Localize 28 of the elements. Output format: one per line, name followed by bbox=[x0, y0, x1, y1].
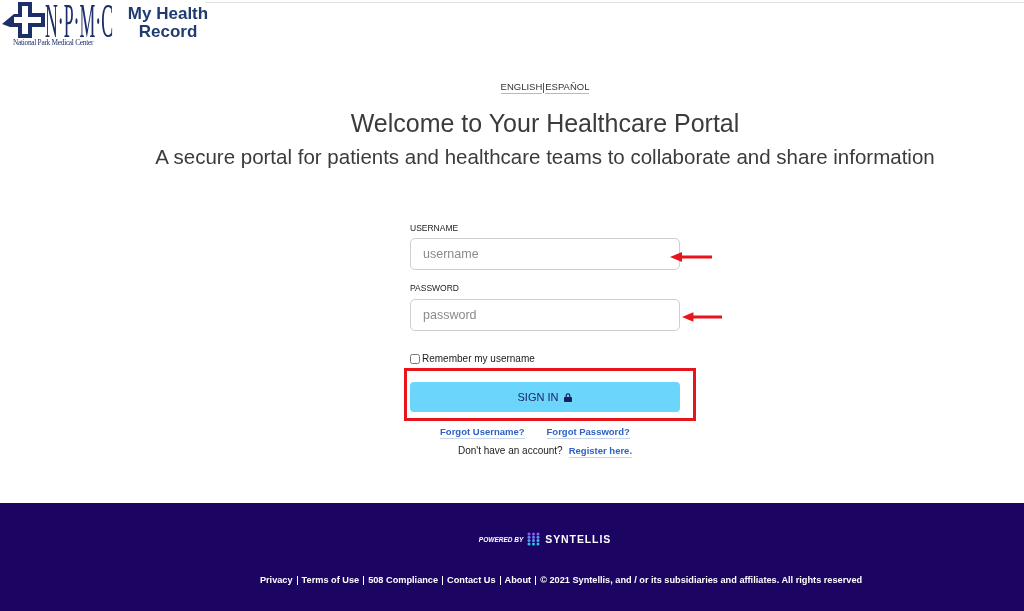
text-field[interactable]: username bbox=[410, 238, 680, 270]
lock-icon bbox=[564, 392, 573, 402]
remember-label: Remember my username bbox=[422, 352, 535, 366]
footer-link[interactable]: 508 Compliance bbox=[368, 575, 439, 585]
language-link[interactable]: ENGLISH bbox=[500, 81, 543, 94]
page-subtitle: A secure portal for patients and healthcare teams to collaborate and share information bbox=[155, 144, 935, 170]
copyright-text: © 2021 Syntellis, and / or its subsidiaries and affiliates. All rights reserved bbox=[540, 575, 863, 585]
brand-name: SYNTELLIS bbox=[545, 533, 612, 545]
field-label: PASSWORD bbox=[410, 282, 460, 294]
arrow-icon bbox=[682, 312, 722, 322]
arrow-icon bbox=[670, 252, 712, 262]
app-title: My Health Record bbox=[126, 5, 210, 41]
page-title: Welcome to Your Healthcare Portal bbox=[350, 108, 740, 138]
sign-in-button[interactable]: SIGN IN bbox=[410, 382, 680, 412]
language-link[interactable]: ESPAÑOL bbox=[545, 81, 590, 94]
remember-checkbox[interactable] bbox=[410, 354, 420, 364]
dot-grid-icon bbox=[527, 532, 541, 546]
field-label: USERNAME bbox=[410, 222, 460, 234]
forgot-link[interactable]: Forgot Password? bbox=[546, 425, 630, 439]
forgot-link[interactable]: Forgot Username? bbox=[440, 425, 525, 439]
logo-letters: N·P·M·C bbox=[45, 4, 114, 38]
register-prompt: Don't have an account? bbox=[457, 444, 563, 458]
footer-link[interactable]: Contact Us bbox=[447, 575, 496, 585]
register-link[interactable]: Register here. bbox=[568, 444, 633, 458]
text-field[interactable]: password bbox=[410, 299, 680, 331]
footer-link[interactable]: Privacy bbox=[259, 575, 293, 585]
footer-link[interactable]: About bbox=[504, 575, 532, 585]
footer-link[interactable]: Terms of Use bbox=[301, 575, 360, 585]
